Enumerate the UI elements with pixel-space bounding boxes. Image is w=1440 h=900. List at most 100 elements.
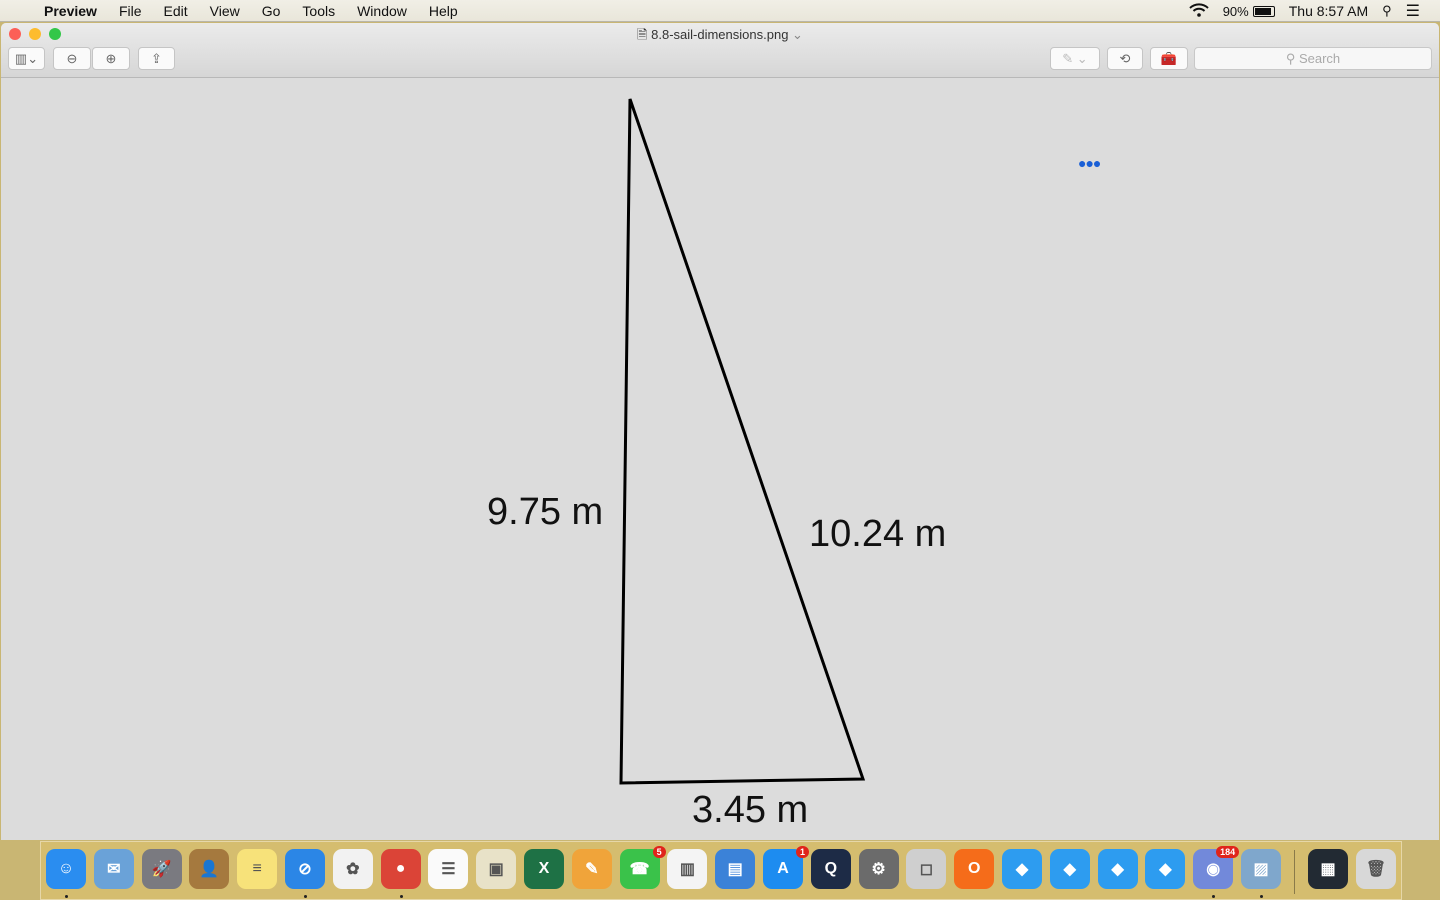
dock-roblox-studio[interactable]: ◻ [906, 849, 947, 889]
dock-roblox-1[interactable]: ◆ [1002, 849, 1042, 889]
menu-window[interactable]: Window [357, 3, 407, 19]
app-store-icon: A [777, 860, 789, 877]
running-indicator [1260, 895, 1263, 898]
clock[interactable]: Thu 8:57 AM [1289, 3, 1368, 19]
chrome-icon: ● [395, 860, 406, 877]
roblox-studio-icon: ◻ [919, 861, 934, 878]
spotlight-icon[interactable]: ⚲ [1382, 3, 1392, 19]
menu-file[interactable]: File [119, 3, 142, 19]
base-label: 3.45 m [692, 789, 809, 831]
pen-icon: ✎ ⌄ [1062, 50, 1088, 66]
preview-window: 🗎 8.8-sail-dimensions.png ⌄ ▥⌄ ⊖ ⊕ ⇪ ✎ ⌄… [1, 23, 1439, 840]
sail-triangle [619, 98, 866, 785]
markup-toolbar-button[interactable]: 🧰 [1150, 47, 1188, 70]
dock-roblox-4[interactable]: ◆ [1145, 849, 1186, 889]
search-input[interactable]: ⚲ Search [1194, 47, 1432, 70]
mail-icon: ✉ [107, 861, 121, 878]
wifi-icon[interactable] [1189, 2, 1209, 20]
zoom-in-icon: ⊕ [105, 50, 117, 66]
dock-discord[interactable]: ◉ 184 [1193, 846, 1240, 889]
contacts-icon: 👤 [199, 861, 220, 878]
excel-icon: X [538, 860, 550, 877]
dock-contacts[interactable]: 👤 [189, 849, 230, 889]
zoom-out-button[interactable]: ⊖ [53, 47, 91, 70]
file-icon: 🗎 [637, 27, 652, 42]
dock-mail[interactable]: ✉ [93, 849, 134, 889]
dock-excel[interactable]: X [524, 849, 564, 889]
left-side-label: 9.75 m [487, 491, 604, 533]
pages-icon: ✎ [585, 861, 599, 878]
zoom-in-button[interactable]: ⊕ [92, 47, 130, 70]
reminders-icon: ☰ [441, 861, 456, 878]
loading-dots-icon: ●●● [1078, 155, 1101, 171]
dock-image-viewer[interactable]: ▨ [1241, 849, 1281, 889]
sidebar-icon: ▥⌄ [14, 50, 39, 66]
dock-origin[interactable]: O [954, 849, 995, 889]
chevron-down-icon: ⌄ [788, 27, 803, 42]
hypotenuse-label: 10.24 m [809, 513, 947, 555]
safari-icon: ⊘ [298, 861, 312, 878]
dock-safari[interactable]: ⊘ [285, 849, 325, 889]
origin-icon: O [967, 860, 981, 877]
markup-button[interactable]: ✎ ⌄ [1050, 47, 1100, 70]
roblox-4-icon: ◆ [1159, 861, 1172, 878]
notification-badge: 184 [1216, 846, 1240, 858]
discord-window-icon: ▦ [1320, 861, 1336, 878]
battery-percent[interactable]: 90% [1223, 4, 1249, 19]
battery-icon[interactable] [1252, 5, 1275, 17]
sidebar-toggle-button[interactable]: ▥⌄ [8, 47, 45, 70]
quicktime-icon: Q [824, 860, 838, 877]
dock-trash[interactable]: 🗑 [1356, 849, 1396, 889]
notification-center-icon[interactable]: ☰ [1406, 1, 1420, 21]
dock-system-preferences[interactable]: ⚙ [858, 849, 899, 889]
share-icon: ⇪ [151, 50, 162, 66]
notes-icon: ≡ [252, 860, 262, 877]
numbers-icon: ▥ [679, 861, 695, 878]
menu-edit[interactable]: Edit [164, 3, 188, 19]
dock-reminders[interactable]: ☰ [428, 849, 469, 889]
window-title[interactable]: 🗎 8.8-sail-dimensions.png ⌄ [1, 26, 1439, 48]
finder-icon: ☺ [57, 860, 75, 877]
menu-help[interactable]: Help [429, 3, 458, 19]
dock-preview-app[interactable]: ▣ [476, 849, 517, 889]
keynote-icon: ▤ [727, 861, 743, 878]
menu-bar: Preview File Edit View Go Tools Window H… [0, 0, 1440, 22]
dock-keynote[interactable]: ▤ [715, 849, 756, 889]
menu-go[interactable]: Go [262, 3, 281, 19]
preview-app-icon: ▣ [488, 861, 504, 878]
search-placeholder: Search [1298, 51, 1341, 66]
running-indicator [65, 895, 68, 898]
dock-pages[interactable]: ✎ [571, 849, 612, 889]
search-icon: ⚲ [1285, 51, 1299, 66]
title-bar: 🗎 8.8-sail-dimensions.png ⌄ ▥⌄ ⊖ ⊕ ⇪ ✎ ⌄… [1, 23, 1439, 78]
rotate-button[interactable]: ⟲ [1107, 47, 1143, 70]
dock-discord-window[interactable]: ▦ [1308, 849, 1348, 889]
dock-numbers[interactable]: ▥ [667, 849, 708, 889]
running-indicator [304, 895, 307, 898]
dock-photos[interactable]: ✿ [332, 849, 373, 889]
menu-tools[interactable]: Tools [302, 3, 335, 19]
discord-icon: ◉ [1206, 861, 1221, 878]
trash-icon: 🗑 [1365, 861, 1387, 878]
dock-app-store[interactable]: A1 [763, 846, 809, 889]
dock-launchpad[interactable]: 🚀 [141, 849, 182, 889]
dock-roblox-2[interactable]: ◆ [1049, 849, 1090, 889]
dock-finder[interactable]: ☺ [46, 849, 86, 889]
launchpad-icon: 🚀 [151, 861, 172, 878]
image-canvas: 9.75 m 10.24 m 3.45 m ●●● [1, 79, 1439, 840]
dock-chrome[interactable]: ● [380, 849, 421, 889]
roblox-3-icon: ◆ [1111, 861, 1124, 878]
roblox-1-icon: ◆ [1015, 861, 1029, 878]
dock-roblox-3[interactable]: ◆ [1097, 849, 1138, 889]
notification-badge: 1 [795, 846, 809, 858]
menu-view[interactable]: View [210, 3, 240, 19]
share-button[interactable]: ⇪ [138, 47, 175, 70]
dock-quicktime[interactable]: Q [810, 849, 851, 889]
menu-app-name[interactable]: Preview [44, 3, 97, 19]
window-title-text: 8.8-sail-dimensions.png [651, 27, 789, 42]
dock-notes[interactable]: ≡ [237, 849, 278, 889]
notification-badge: 5 [652, 846, 666, 858]
rotate-icon: ⟲ [1119, 50, 1131, 66]
dock-facetime[interactable]: ☎ 5 [619, 846, 666, 889]
roblox-2-icon: ◆ [1063, 861, 1076, 878]
